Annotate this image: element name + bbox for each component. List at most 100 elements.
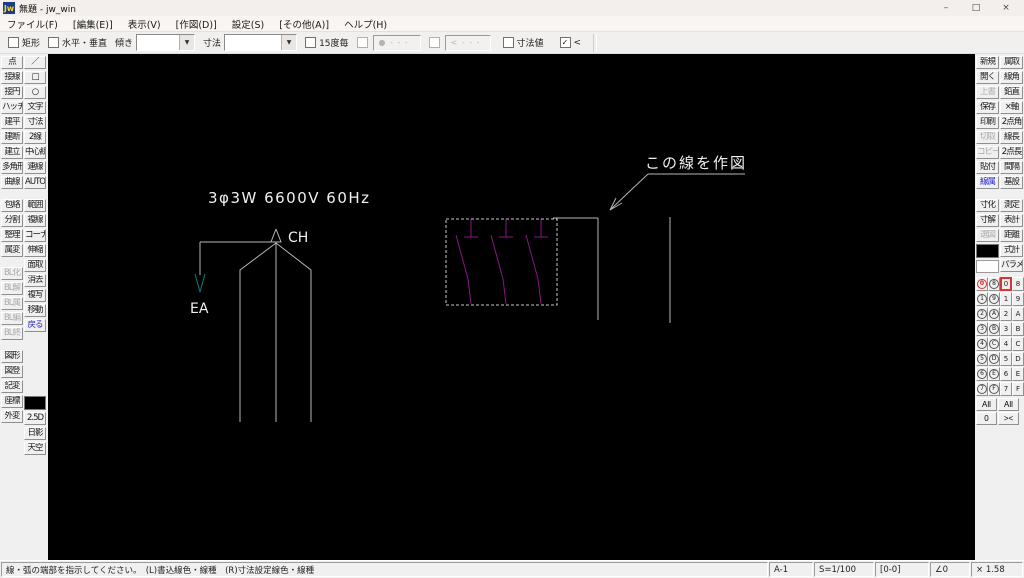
btn-line-length[interactable]: 線長 (1000, 131, 1023, 144)
cad-polyline[interactable] (491, 235, 506, 304)
layer-group-button-4[interactable]: 4 (1000, 337, 1012, 351)
btn-print[interactable]: 印刷 (976, 116, 999, 129)
layer-group-button-6[interactable]: 6 (1000, 367, 1012, 381)
btn-two-point-angle[interactable]: 2点角 (1000, 116, 1023, 129)
btn-dim-convert[interactable]: 寸化 (976, 199, 999, 212)
btn-envelope[interactable]: 包絡 (1, 199, 23, 212)
btn-coordinate[interactable]: 座標 (1, 395, 23, 408)
group-all-button[interactable]: All (998, 398, 1019, 411)
btn-circle[interactable]: ○ (24, 86, 46, 99)
btn-rectangle[interactable]: □ (24, 71, 46, 84)
btn-center-line[interactable]: 中心線 (24, 146, 46, 159)
btn-polygon[interactable]: 多角形 (1, 161, 23, 174)
btn-offset[interactable]: 複線 (24, 214, 46, 227)
btn-cleanup[interactable]: 整理 (1, 229, 23, 242)
btn-x-axis[interactable]: ×軸 (1000, 101, 1023, 114)
btn-formula-calc[interactable]: 式計 (1000, 244, 1023, 257)
btn-parametric[interactable]: パラメ (1000, 259, 1023, 272)
btn-tangent-line[interactable]: 接線 (1, 71, 23, 84)
maximize-button[interactable]: □ (961, 1, 991, 16)
btn-perpendicular[interactable]: 鉛直 (1000, 86, 1023, 99)
cad-text[interactable]: 3φ3W 6600V 60Hz (208, 189, 371, 207)
cad-line[interactable] (200, 274, 205, 292)
cad-text[interactable]: この線を作図 (645, 154, 747, 172)
layer-button-F[interactable]: F (988, 382, 1000, 396)
cad-drawing[interactable]: 3φ3W 6600V 60HzCHEAこの線を作図 (48, 54, 975, 560)
btn-line[interactable]: ／ (24, 56, 46, 69)
btn-plan[interactable]: 建平 (1, 116, 23, 129)
btn-double-line[interactable]: 2線 (24, 131, 46, 144)
btn-attribute-pick[interactable]: 属取 (1000, 56, 1023, 69)
checkbox-15deg-box[interactable] (305, 37, 316, 48)
btn-divide[interactable]: 分割 (1, 214, 23, 227)
btn-move[interactable]: 移動 (24, 304, 46, 317)
layer-button-2[interactable]: 2 (976, 307, 988, 321)
layer-group-button-5[interactable]: 5 (1000, 352, 1012, 366)
menu-view[interactable]: 表示(V) (128, 17, 161, 31)
btn-polyline[interactable]: 連線 (24, 161, 46, 174)
btn-figure-register[interactable]: 図登 (1, 365, 23, 378)
layer-all-button[interactable]: All (976, 398, 997, 411)
cad-polyline[interactable] (276, 243, 311, 422)
layer-button-A[interactable]: A (988, 307, 1000, 321)
layer-button-E[interactable]: E (988, 367, 1000, 381)
line-attribute-swatch[interactable] (24, 396, 46, 410)
btn-table-calc[interactable]: 表計 (1000, 214, 1023, 227)
menu-draw[interactable]: [作図(D)] (176, 17, 217, 31)
btn-base-settings[interactable]: 基設 (1000, 176, 1023, 189)
btn-line-attribute[interactable]: 線属 (976, 176, 999, 189)
btn-corner[interactable]: コーナー (24, 229, 46, 242)
layer-group-button-8[interactable]: 8 (1012, 277, 1024, 291)
checkbox-dimval-box[interactable] (503, 37, 514, 48)
layer-button-5[interactable]: 5 (976, 352, 988, 366)
btn-paste[interactable]: 貼付 (976, 161, 999, 174)
btn-new[interactable]: 新規 (976, 56, 999, 69)
minimize-button[interactable]: – (931, 1, 961, 16)
layer-group-button-0[interactable]: 0 (1000, 277, 1012, 291)
btn-distance[interactable]: 距離 (1000, 229, 1023, 242)
btn-elevation[interactable]: 建立 (1, 146, 23, 159)
cad-polyline[interactable] (526, 235, 541, 304)
layer-button-B[interactable]: B (988, 322, 1000, 336)
btn-text[interactable]: 文字 (24, 101, 46, 114)
paper-size-indicator[interactable]: A-1 (769, 562, 813, 577)
checkbox-rect-box[interactable] (8, 37, 19, 48)
checkbox-hv-box[interactable] (48, 37, 59, 48)
layer-group-button-1[interactable]: 1 (1000, 292, 1012, 306)
chevron-down-icon[interactable]: ▼ (281, 35, 296, 50)
cad-line[interactable] (610, 174, 648, 210)
layer-group-button-3[interactable]: 3 (1000, 322, 1012, 336)
btn-extend[interactable]: 伸縮 (24, 244, 46, 257)
layer-group-button-B[interactable]: B (1012, 322, 1024, 336)
layer-button-D[interactable]: D (988, 352, 1000, 366)
layer-group-button-2[interactable]: 2 (1000, 307, 1012, 321)
write-group-button[interactable]: 0 (976, 412, 997, 425)
chevron-down-icon[interactable]: ▼ (179, 35, 194, 50)
layer-group-button-F[interactable]: F (1012, 382, 1024, 396)
layer-group-button-D[interactable]: D (1012, 352, 1024, 366)
scale-indicator[interactable]: S=1/100 (814, 562, 874, 577)
btn-erase[interactable]: 消去 (24, 274, 46, 287)
checkbox-15deg[interactable]: 15度毎 (305, 36, 348, 49)
cad-polyline[interactable] (240, 243, 276, 422)
btn-open[interactable]: 開く (976, 71, 999, 84)
btn-shadow[interactable]: 日影 (24, 427, 46, 440)
btn-copy[interactable]: 複写 (24, 289, 46, 302)
btn-section[interactable]: 建断 (1, 131, 23, 144)
menu-help[interactable]: ヘルプ(H) (344, 17, 387, 31)
layer-button-0[interactable]: 0 (976, 277, 988, 291)
btn-undo[interactable]: 戻る (24, 319, 46, 332)
cad-polyline[interactable] (456, 235, 471, 304)
layer-button-6[interactable]: 6 (976, 367, 988, 381)
btn-external[interactable]: 外変 (1, 410, 23, 423)
layer-button-1[interactable]: 1 (976, 292, 988, 306)
cad-line[interactable] (195, 274, 200, 292)
btn-sky[interactable]: 天空 (24, 442, 46, 455)
layer-button-9[interactable]: 9 (988, 292, 1000, 306)
btn-chamfer[interactable]: 面取 (24, 259, 46, 272)
btn-auto[interactable]: AUTO (24, 176, 46, 189)
menu-file[interactable]: ファイル(F) (7, 17, 58, 31)
btn-text-change[interactable]: 記変 (1, 380, 23, 393)
btn-dimension[interactable]: 寸法 (24, 116, 46, 129)
btn-attribute-change[interactable]: 属変 (1, 244, 23, 257)
